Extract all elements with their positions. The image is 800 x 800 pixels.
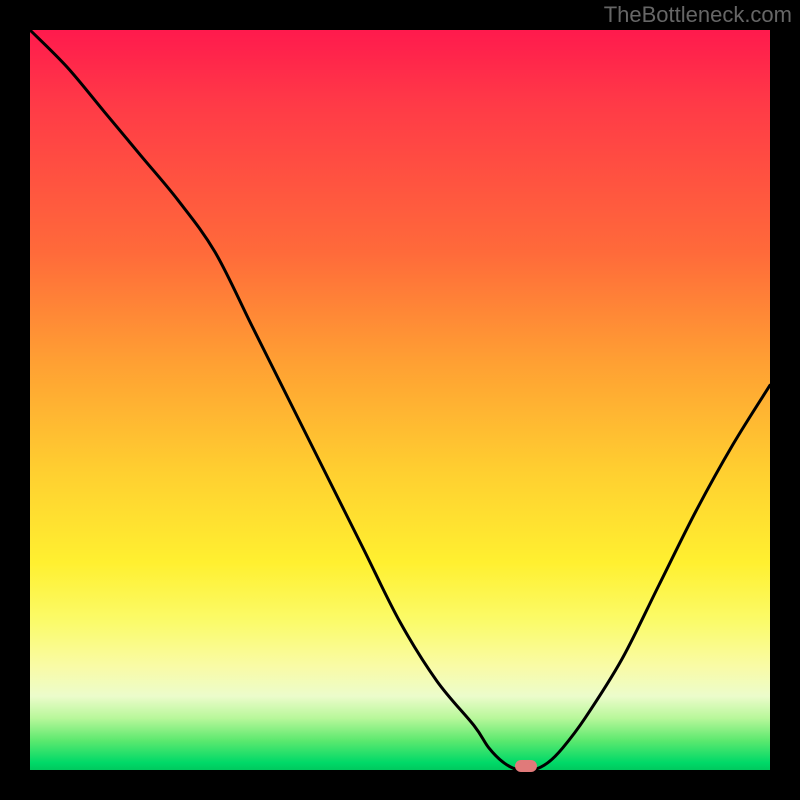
watermark-label: TheBottleneck.com bbox=[604, 2, 792, 28]
chart-container: TheBottleneck.com bbox=[0, 0, 800, 800]
bottleneck-curve bbox=[30, 30, 770, 771]
optimal-marker bbox=[515, 760, 537, 772]
plot-area bbox=[30, 30, 770, 770]
curve-svg bbox=[30, 30, 770, 770]
